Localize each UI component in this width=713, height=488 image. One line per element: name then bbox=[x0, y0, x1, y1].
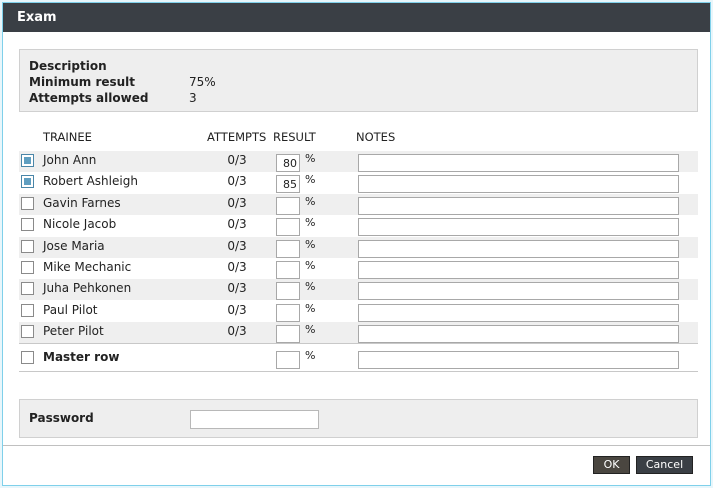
master-notes-input[interactable] bbox=[358, 351, 679, 369]
result-input[interactable]: 80 bbox=[276, 154, 300, 172]
table-row: Robert Ashleigh 0/3 85% bbox=[19, 172, 698, 194]
ok-button[interactable]: OK bbox=[593, 456, 630, 474]
result-input[interactable]: 85 bbox=[276, 175, 300, 194]
cancel-button[interactable]: Cancel bbox=[636, 456, 693, 474]
min-result-value: 75% bbox=[189, 75, 216, 89]
table-row: Paul Pilot 0/3% bbox=[19, 301, 698, 322]
row-checkbox[interactable] bbox=[21, 175, 34, 189]
attempts-value: 0/3 bbox=[227, 195, 247, 210]
min-result-row: Minimum result 75% bbox=[29, 74, 216, 90]
exam-dialog: Exam Description Minimum result 75% Attem… bbox=[2, 2, 711, 486]
result-input[interactable] bbox=[276, 261, 300, 279]
row-checkbox[interactable] bbox=[21, 261, 34, 274]
row-checkbox[interactable] bbox=[21, 239, 34, 253]
result-input[interactable] bbox=[276, 239, 300, 258]
attempts-allowed-row: Attempts allowed 3 bbox=[29, 90, 197, 106]
notes-input[interactable] bbox=[358, 175, 679, 194]
percent-sign: % bbox=[305, 173, 316, 187]
notes-input[interactable] bbox=[358, 239, 679, 258]
dialog-title: Exam bbox=[3, 3, 710, 32]
footer-divider bbox=[3, 445, 710, 446]
row-checkbox[interactable] bbox=[21, 218, 34, 232]
trainee-name: Peter Pilot bbox=[43, 324, 104, 339]
percent-sign: % bbox=[305, 280, 316, 294]
result-input[interactable] bbox=[276, 325, 300, 344]
percent-sign: % bbox=[305, 323, 316, 337]
password-panel: Password bbox=[19, 399, 698, 438]
exam-info-panel: Description Minimum result 75% Attempts a… bbox=[19, 49, 698, 112]
header-attempts: ATTEMPTS bbox=[207, 130, 267, 144]
row-checkbox[interactable] bbox=[21, 196, 34, 210]
table-row: Jose Maria 0/3% bbox=[19, 236, 698, 258]
attempts-value: 0/3 bbox=[227, 324, 247, 339]
trainee-name: John Ann bbox=[43, 153, 97, 167]
trainee-name: Paul Pilot bbox=[43, 302, 98, 317]
notes-input[interactable] bbox=[358, 303, 679, 322]
percent-sign: % bbox=[305, 259, 316, 272]
attempts-value: 0/3 bbox=[227, 217, 247, 232]
table-row: Juha Pehkonen 0/3% bbox=[19, 279, 698, 301]
attempts-value: 0/3 bbox=[227, 174, 247, 189]
percent-sign: % bbox=[305, 152, 316, 165]
percent-sign: % bbox=[305, 216, 316, 230]
percent-sign: % bbox=[305, 194, 316, 208]
table-row: Gavin Farnes 0/3% bbox=[19, 193, 698, 215]
master-row-bottom-divider bbox=[19, 371, 698, 372]
row-checkbox[interactable] bbox=[21, 303, 34, 317]
row-checkbox[interactable] bbox=[21, 154, 34, 167]
min-result-label: Minimum result bbox=[29, 75, 136, 89]
password-label: Password bbox=[29, 411, 94, 425]
table-row: John Ann 0/3 80% bbox=[19, 151, 698, 172]
attempts-allowed-label: Attempts allowed bbox=[29, 91, 149, 105]
attempts-value: 0/3 bbox=[227, 238, 247, 253]
table-row: Peter Pilot 0/3% bbox=[19, 322, 698, 344]
password-input[interactable] bbox=[190, 410, 319, 429]
notes-input[interactable] bbox=[358, 325, 679, 344]
master-percent-sign: % bbox=[305, 349, 316, 362]
trainee-name: Robert Ashleigh bbox=[43, 174, 138, 189]
result-input[interactable] bbox=[276, 218, 300, 237]
result-input[interactable] bbox=[276, 303, 300, 322]
notes-input[interactable] bbox=[358, 282, 679, 301]
percent-sign: % bbox=[305, 301, 316, 315]
attempts-value: 0/3 bbox=[227, 281, 247, 296]
row-checkbox[interactable] bbox=[21, 282, 34, 296]
trainee-name: Jose Maria bbox=[43, 238, 105, 253]
master-row-checkbox[interactable] bbox=[21, 351, 34, 364]
attempts-value: 0/3 bbox=[227, 260, 247, 274]
master-row: Master row % bbox=[19, 348, 698, 369]
attempts-allowed-value: 3 bbox=[189, 91, 197, 105]
result-input[interactable] bbox=[276, 282, 300, 301]
table-row: Nicole Jacob 0/3% bbox=[19, 215, 698, 237]
master-row-label: Master row bbox=[43, 350, 120, 364]
trainee-name: Mike Mechanic bbox=[43, 260, 132, 274]
trainee-name: Gavin Farnes bbox=[43, 195, 121, 210]
notes-input[interactable] bbox=[358, 218, 679, 237]
description-row: Description bbox=[29, 58, 189, 74]
master-result-input[interactable] bbox=[276, 351, 300, 369]
notes-input[interactable] bbox=[358, 261, 679, 279]
attempts-value: 0/3 bbox=[227, 302, 247, 317]
description-label: Description bbox=[29, 59, 107, 73]
notes-input[interactable] bbox=[358, 154, 679, 172]
header-notes: NOTES bbox=[356, 130, 396, 144]
trainee-name: Nicole Jacob bbox=[43, 217, 117, 232]
header-trainee: TRAINEE bbox=[43, 130, 92, 144]
percent-sign: % bbox=[305, 237, 316, 251]
result-input[interactable] bbox=[276, 196, 300, 215]
row-checkbox[interactable] bbox=[21, 325, 34, 339]
notes-input[interactable] bbox=[358, 196, 679, 215]
trainee-name: Juha Pehkonen bbox=[43, 281, 132, 296]
header-result: RESULT bbox=[273, 130, 316, 144]
attempts-value: 0/3 bbox=[227, 153, 247, 167]
master-row-divider bbox=[19, 343, 698, 344]
table-row: Mike Mechanic 0/3% bbox=[19, 258, 698, 279]
